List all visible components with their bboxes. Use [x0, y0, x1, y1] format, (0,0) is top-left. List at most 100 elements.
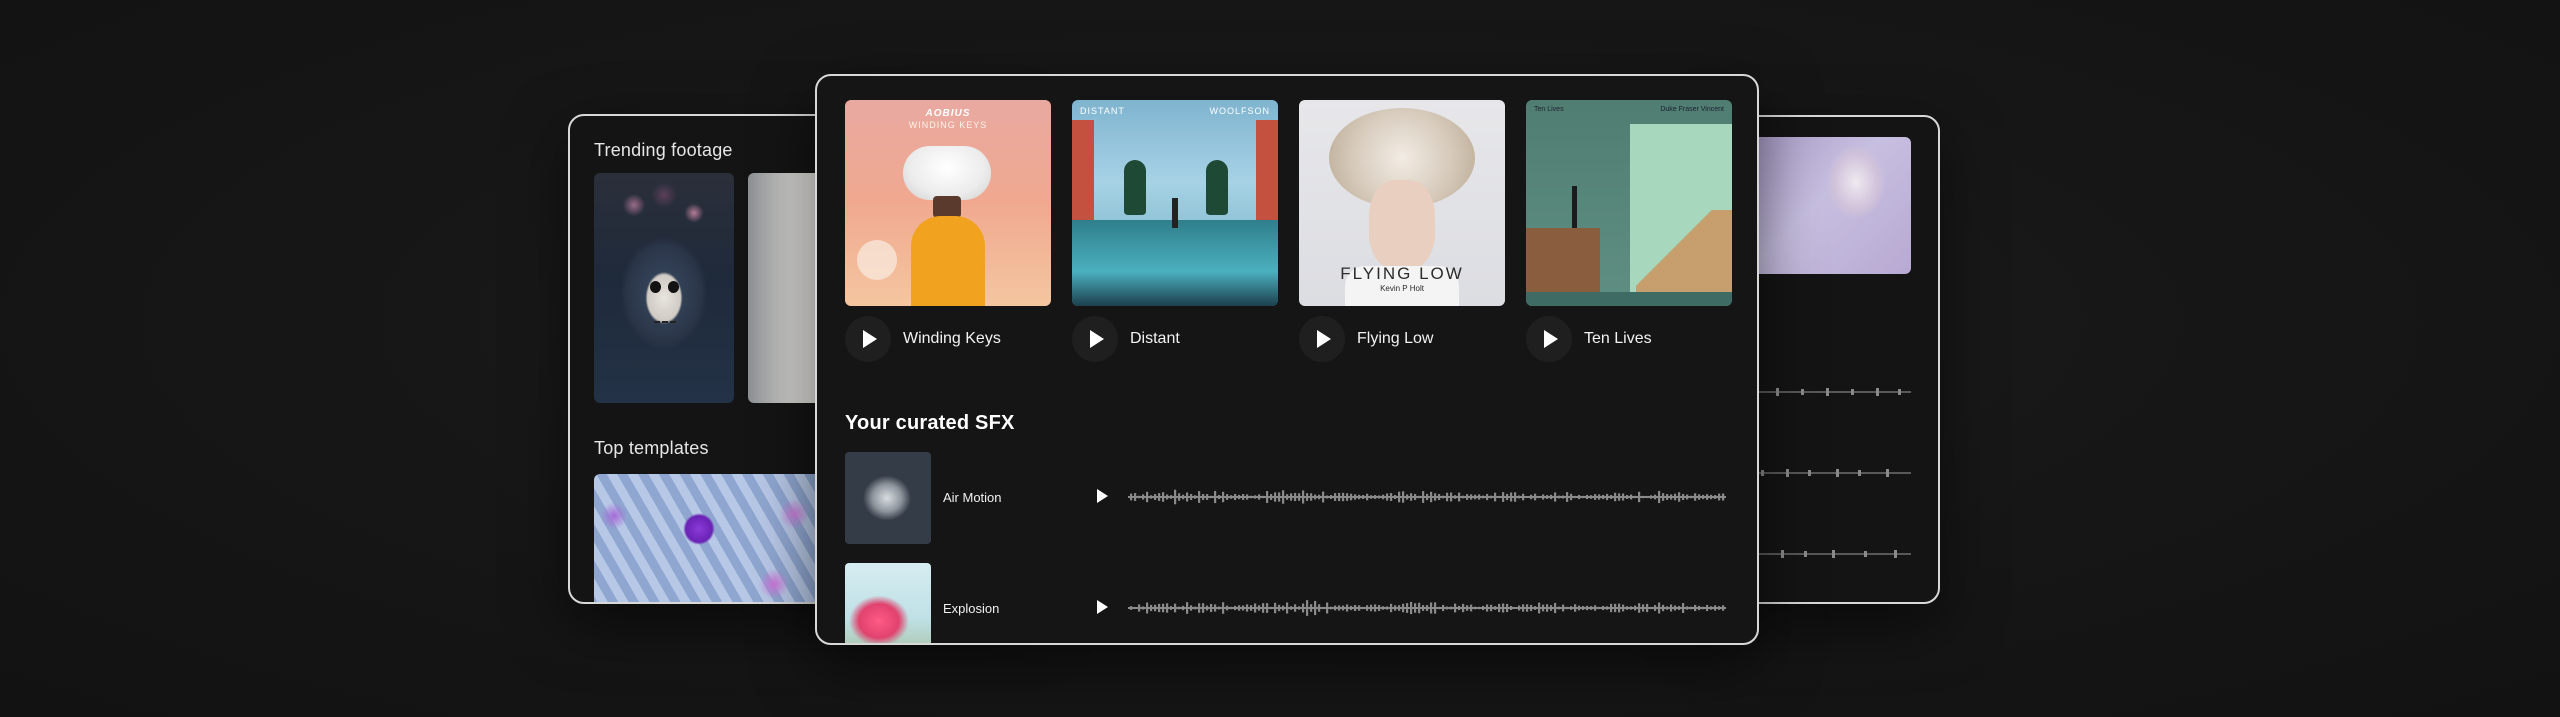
album-card[interactable]: AOBIUS WINDING KEYS Winding Keys: [845, 100, 1051, 362]
waveform-bar: [1154, 604, 1157, 612]
play-icon: [1544, 330, 1558, 348]
album-card[interactable]: DISTANT WOOLFSON Distant: [1072, 100, 1278, 362]
figure: [1572, 186, 1577, 228]
waveform-bar: [1378, 495, 1381, 499]
waveform-bar: [1694, 493, 1697, 501]
album-track-row[interactable]: Winding Keys: [845, 316, 1051, 362]
waveform-bar: [1622, 604, 1625, 612]
waveform-bar: [1370, 495, 1373, 499]
album-card[interactable]: FLYING LOW Kevin P Holt Flying Low: [1299, 100, 1505, 362]
media-thumbnail[interactable]: [1746, 137, 1911, 274]
album-track-row[interactable]: Flying Low: [1299, 316, 1505, 362]
waveform[interactable]: [1746, 387, 1911, 397]
waveform-bar: [1282, 490, 1285, 504]
waveform-bar: [1214, 604, 1217, 612]
footage-thumbnail[interactable]: [594, 173, 734, 403]
waveform-bar: [1378, 605, 1381, 611]
waveform-bar: [1510, 605, 1513, 611]
album-cover[interactable]: FLYING LOW Kevin P Holt: [1299, 100, 1505, 306]
play-icon[interactable]: [1097, 489, 1108, 503]
waveform-bar: [1470, 494, 1473, 500]
waveform-bar: [1250, 495, 1253, 499]
waveform-bar: [1562, 495, 1565, 499]
album-track-row[interactable]: Distant: [1072, 316, 1278, 362]
waveform-bar: [1282, 605, 1285, 611]
play-button[interactable]: [1526, 316, 1572, 362]
play-button[interactable]: [1299, 316, 1345, 362]
waveform-bar: [1258, 605, 1261, 611]
waveform-bar: [1202, 494, 1205, 500]
sfx-row[interactable]: Air Motion: [845, 452, 1726, 544]
waveform-bar: [1702, 494, 1705, 500]
waveform-bar: [1238, 494, 1241, 500]
waveform-bar: [1382, 494, 1385, 500]
waveform-bar: [1654, 605, 1657, 611]
waveform-bar: [1598, 606, 1601, 610]
cover-title: Ten Lives: [1534, 106, 1564, 113]
waveform-bar: [1458, 492, 1461, 502]
skull-eye: [650, 281, 661, 293]
waveform-bar: [1610, 603, 1613, 613]
sfx-row[interactable]: Explosion: [845, 563, 1726, 643]
skull-mouth: [654, 321, 676, 329]
waveform-bar: [1290, 493, 1293, 501]
waveform[interactable]: [1746, 549, 1911, 559]
waveform-bar: [1450, 606, 1453, 610]
play-button[interactable]: [1072, 316, 1118, 362]
waveform-bar: [1438, 493, 1441, 501]
waveform-bar: [1650, 495, 1653, 499]
waveform-bar: [1534, 493, 1537, 501]
waveform[interactable]: [1746, 468, 1911, 478]
waveform-bar: [1542, 494, 1545, 500]
waveform-bar: [1458, 605, 1461, 611]
waveform-bar: [1602, 494, 1605, 500]
waveform-bar: [1298, 493, 1301, 501]
waveform-bar: [1222, 491, 1225, 503]
play-icon[interactable]: [1097, 600, 1108, 614]
play-button[interactable]: [845, 316, 891, 362]
waveform-bar: [1466, 605, 1469, 611]
waveform-bar: [1490, 495, 1493, 499]
waveform-bar: [1386, 493, 1389, 501]
play-icon: [1090, 330, 1104, 348]
waveform-bar: [1490, 604, 1493, 612]
waveform-bar: [1582, 495, 1585, 499]
waveform-bar: [1210, 495, 1213, 499]
trending-footage-title: Trending footage: [594, 140, 733, 160]
waveform-bar: [1190, 605, 1193, 611]
waveform-bar: [1142, 494, 1145, 500]
waveform-bar: [1446, 606, 1449, 610]
waveform-bar: [1258, 494, 1261, 500]
album-track-row[interactable]: Ten Lives: [1526, 316, 1732, 362]
waveform-bar: [1442, 604, 1445, 612]
waveform-bar: [1410, 493, 1413, 501]
waveform-bar: [1478, 494, 1481, 500]
waveform-bar: [1442, 495, 1445, 499]
waveform-bar: [1406, 603, 1409, 613]
figure-neck: [933, 196, 961, 218]
waveform-bar: [1350, 605, 1353, 611]
waveform-bar: [1498, 603, 1501, 613]
tree: [1124, 160, 1146, 215]
waveform[interactable]: [1128, 486, 1726, 508]
waveform[interactable]: [1128, 597, 1726, 619]
sfx-thumbnail: [845, 452, 931, 544]
stairs: [1636, 210, 1732, 294]
waveform-bar: [1294, 604, 1297, 612]
waveform-bar: [1642, 495, 1645, 499]
waveform-bar: [1534, 606, 1537, 610]
waveform-bar: [1646, 603, 1649, 613]
waveform-bar: [1514, 606, 1517, 610]
album-cover[interactable]: Ten Lives Duke Fraser Vincent: [1526, 100, 1732, 306]
album-cover[interactable]: DISTANT WOOLFSON: [1072, 100, 1278, 306]
waveform-bar: [1466, 494, 1469, 500]
waveform-bar: [1242, 494, 1245, 500]
waveform-bar: [1570, 606, 1573, 610]
waveform-bar: [1182, 605, 1185, 611]
waveform-bar: [1522, 493, 1525, 501]
waveform-bar: [1414, 603, 1417, 613]
waveform-bar: [1358, 605, 1361, 611]
album-card[interactable]: Ten Lives Duke Fraser Vincent Ten Lives: [1526, 100, 1732, 362]
album-cover[interactable]: AOBIUS WINDING KEYS: [845, 100, 1051, 306]
waveform-bar: [1554, 492, 1557, 502]
